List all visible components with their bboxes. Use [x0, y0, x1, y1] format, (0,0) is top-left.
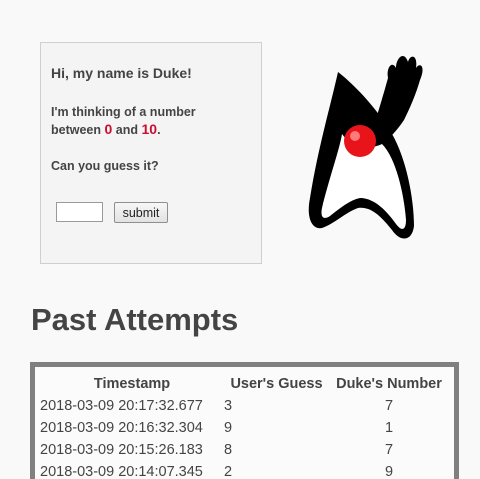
table-row: 2018-03-09 20:17:32.677 3 7 [40, 395, 449, 417]
table-header-row: Timestamp User's Guess Duke's Number [40, 372, 449, 395]
cell-dukes-number: 9 [384, 464, 394, 479]
cell-users-guess: 3 [224, 398, 233, 414]
cell-users-guess: 9 [224, 420, 233, 436]
header-timestamp: Timestamp [93, 375, 171, 392]
submit-button[interactable]: submit [114, 202, 168, 223]
greeting-text: I'm thinking of a number between 0 and 1… [51, 104, 251, 139]
cell-dukes-number: 1 [384, 420, 394, 436]
table-row: 2018-03-09 20:14:07.345 2 9 [40, 461, 449, 479]
guess-question: Can you guess it? [51, 159, 159, 173]
cell-timestamp: 2018-03-09 20:14:07.345 [40, 464, 203, 479]
attempts-table: Timestamp User's Guess Duke's Number 201… [40, 372, 449, 479]
guess-panel: Hi, my name is Duke! I'm thinking of a n… [40, 42, 262, 264]
cell-dukes-number: 7 [384, 398, 394, 414]
cell-timestamp: 2018-03-09 20:17:32.677 [40, 398, 203, 414]
greeting-line1: I'm thinking of a number [51, 105, 196, 119]
greeting-period: . [157, 123, 161, 137]
greeting-and: and [115, 123, 139, 137]
cell-dukes-number: 7 [384, 442, 394, 458]
greeting-title: Hi, my name is Duke! [51, 65, 192, 81]
cell-timestamp: 2018-03-09 20:16:32.304 [40, 420, 203, 436]
attempts-table-frame: Timestamp User's Guess Duke's Number 201… [30, 362, 459, 479]
cell-timestamp: 2018-03-09 20:15:26.183 [40, 442, 203, 458]
range-max: 10 [141, 121, 158, 137]
duke-mascot-icon [308, 55, 423, 239]
past-attempts-title: Past Attempts [31, 302, 239, 337]
table-row: 2018-03-09 20:15:26.183 8 7 [40, 439, 449, 461]
greeting-between: between [51, 123, 102, 137]
page: Hi, my name is Duke! I'm thinking of a n… [0, 0, 480, 479]
guess-input[interactable] [56, 202, 103, 222]
header-dukes-number: Duke's Number [336, 375, 442, 392]
cell-users-guess: 8 [224, 442, 233, 458]
cell-users-guess: 2 [224, 464, 233, 479]
table-row: 2018-03-09 20:16:32.304 9 1 [40, 417, 449, 439]
header-users-guess: User's Guess [230, 375, 323, 392]
range-min: 0 [104, 121, 113, 137]
